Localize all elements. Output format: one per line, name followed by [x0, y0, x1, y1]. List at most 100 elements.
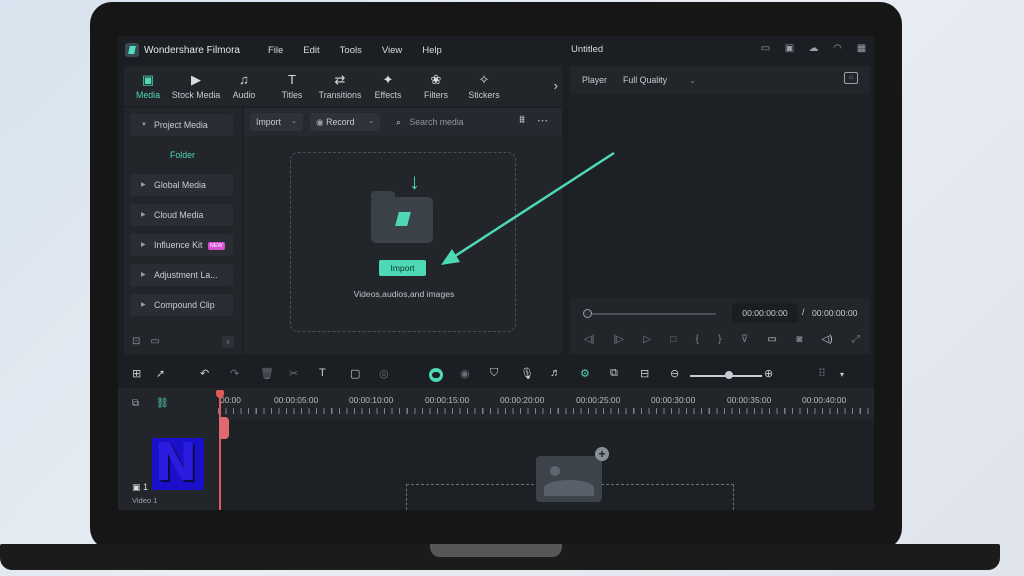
playhead-line[interactable]	[219, 392, 221, 510]
audio-track-icon[interactable]: ♬	[550, 367, 561, 379]
camera-icon[interactable]: ◙	[796, 334, 802, 345]
sidebar-item-label: Compound Clip	[154, 300, 215, 310]
sidebar-item-adjustment-layer[interactable]: ▶ Adjustment La...	[130, 264, 233, 286]
undo-icon[interactable]: ↶	[200, 367, 209, 380]
redo-icon[interactable]: ↷	[230, 367, 239, 380]
tab-stock-media[interactable]: ▶ Stock Media	[172, 66, 220, 106]
mark-in-icon[interactable]: {	[696, 334, 699, 345]
mark-out-icon[interactable]: }	[718, 334, 721, 345]
import-dropdown[interactable]: Import ⌄	[250, 113, 303, 131]
previous-frame-icon[interactable]: ◁|	[584, 334, 594, 345]
speed-icon[interactable]: ◉	[460, 367, 470, 380]
video-track-icon[interactable]: ▣	[132, 482, 141, 492]
microphone-icon[interactable]: 🎙	[520, 367, 534, 380]
cloud-icon[interactable]: ☁	[807, 43, 820, 55]
select-cursor-icon[interactable]: ➚	[156, 367, 165, 380]
scissors-icon[interactable]: ✂	[289, 367, 298, 380]
playback-scrubber[interactable]	[586, 313, 716, 315]
sidebar-item-influence-kit[interactable]: ▶ Influence Kit NEW	[130, 234, 233, 256]
tab-media[interactable]: ▣ Media	[124, 66, 172, 106]
image-placeholder-icon	[536, 456, 602, 502]
import-button[interactable]: Import	[379, 260, 426, 276]
ai-mate-icon[interactable]	[429, 368, 443, 382]
current-timecode[interactable]: 00:00:00:00	[732, 303, 798, 323]
collapse-sidebar-icon[interactable]: ‹	[222, 336, 234, 348]
menu-tools[interactable]: Tools	[340, 45, 362, 56]
sidebar-item-global-media[interactable]: ▶ Global Media	[130, 174, 233, 196]
headset-icon[interactable]: ◠	[831, 43, 844, 55]
scrubber-handle[interactable]	[583, 309, 592, 318]
menu-view[interactable]: View	[382, 45, 402, 56]
tab-transitions[interactable]: ⇄ Transitions	[316, 66, 364, 106]
timeline-ruler[interactable]: 00:00 00:00:05:00 00:00:10:00 00:00:15:0…	[218, 388, 874, 416]
sidebar-item-label: Influence Kit	[154, 240, 203, 250]
track-controls: ▣ 1	[132, 482, 148, 493]
sidebar-item-compound-clip[interactable]: ▶ Compound Clip	[130, 294, 233, 316]
chevron-right-icon[interactable]: ›	[554, 78, 558, 93]
playhead-handle[interactable]	[216, 390, 224, 398]
fit-icon[interactable]: ⊟	[640, 367, 649, 380]
menu-file[interactable]: File	[268, 45, 283, 56]
tab-label: Media	[136, 90, 160, 100]
link-icon[interactable]: ⛓	[156, 398, 169, 409]
plus-icon[interactable]: +	[595, 447, 609, 461]
menu-edit[interactable]: Edit	[303, 45, 319, 56]
filmora-window: Wondershare Filmora File Edit Tools View…	[118, 36, 874, 510]
sidebar-item-folder[interactable]: Folder	[170, 150, 195, 160]
playhead-tag[interactable]	[219, 417, 229, 439]
display-icon[interactable]: ▭	[767, 334, 776, 345]
grip-icon[interactable]: ⠿	[818, 367, 826, 380]
record-dropdown-label: Record	[326, 117, 355, 127]
folder-icon[interactable]: ▭	[150, 336, 159, 347]
snap-icon[interactable]: ⚙	[580, 367, 590, 380]
crop-icon[interactable]: ▢	[350, 367, 360, 380]
filter-icon[interactable]: ⩩	[519, 114, 525, 127]
fullscreen-icon[interactable]: ⤢	[852, 334, 860, 345]
tab-titles[interactable]: T Titles	[268, 66, 316, 106]
more-options-icon[interactable]: ⋯	[537, 114, 548, 127]
text-icon[interactable]: T	[319, 367, 326, 379]
new-folder-icon[interactable]: ⊡	[132, 336, 140, 347]
chevron-down-icon[interactable]: ▾	[840, 370, 844, 379]
record-dropdown[interactable]: ◉ Record ⌄	[310, 113, 380, 131]
caret-right-icon: ▶	[141, 302, 146, 308]
delete-icon[interactable]: 🗑	[260, 367, 274, 380]
apps-grid-icon[interactable]: ▦	[855, 43, 868, 55]
sidebar-item-cloud-media[interactable]: ▶ Cloud Media	[130, 204, 233, 226]
sidebar-item-project-media[interactable]: ▼ Project Media	[130, 114, 233, 136]
filmora-diamond-icon	[395, 212, 411, 226]
shield-icon[interactable]: ⛉	[490, 367, 498, 380]
volume-icon[interactable]: ◁)	[822, 334, 833, 345]
zoom-out-icon[interactable]: ⊖	[670, 367, 679, 380]
add-track-icon[interactable]: ⧉	[132, 398, 139, 409]
layout-icon[interactable]: ▭	[759, 43, 772, 55]
snapshot-view-icon[interactable]: ⌂	[844, 72, 858, 84]
stop-icon[interactable]: □	[670, 334, 676, 345]
pip-icon[interactable]: ⧉	[610, 367, 618, 380]
tab-filters[interactable]: ❀ Filters	[412, 66, 460, 106]
zoom-in-icon[interactable]: ⊕	[764, 367, 773, 380]
color-palette-icon[interactable]: ◎	[379, 367, 389, 380]
marker-icon[interactable]: ⊽	[741, 334, 748, 345]
tab-effects[interactable]: ✦ Effects	[364, 66, 412, 106]
quality-dropdown[interactable]: Full Quality ⌄	[623, 75, 695, 85]
search-input[interactable]: Search media	[409, 117, 463, 127]
ruler-label: 00:00:20:00	[500, 395, 545, 405]
play-reverse-icon[interactable]: |▷	[614, 334, 624, 345]
timeline-toolbar: ⊞ ➚ ↶ ↷ 🗑 ✂ T ▢ ◎ ◉ ⛉ 🎙 ♬ ⚙ ⧉ ⊟ ⊖ ⊕ ⠿ ▾	[118, 362, 874, 388]
tab-stickers[interactable]: ✧ Stickers	[460, 66, 508, 106]
sidebar-item-label: Adjustment La...	[154, 270, 218, 280]
import-dropzone[interactable]: ↓ Import Videos,audios,and images	[290, 152, 516, 332]
quality-label: Full Quality	[623, 75, 667, 85]
tab-audio[interactable]: ♫ Audio	[220, 66, 268, 106]
save-icon[interactable]: ▣	[783, 43, 796, 55]
menu-help[interactable]: Help	[422, 45, 442, 56]
search-media[interactable]: ⌕ Search media	[396, 117, 464, 128]
tab-label: Audio	[232, 90, 256, 100]
ruler-label: 00:00	[220, 395, 241, 405]
layout-grid-icon[interactable]: ⊞	[132, 367, 141, 380]
zoom-slider-handle[interactable]	[725, 371, 733, 379]
play-icon[interactable]: ▷	[643, 334, 651, 345]
sparkle-icon: ✦	[382, 72, 394, 87]
import-folder-icon: ↓	[371, 169, 433, 243]
